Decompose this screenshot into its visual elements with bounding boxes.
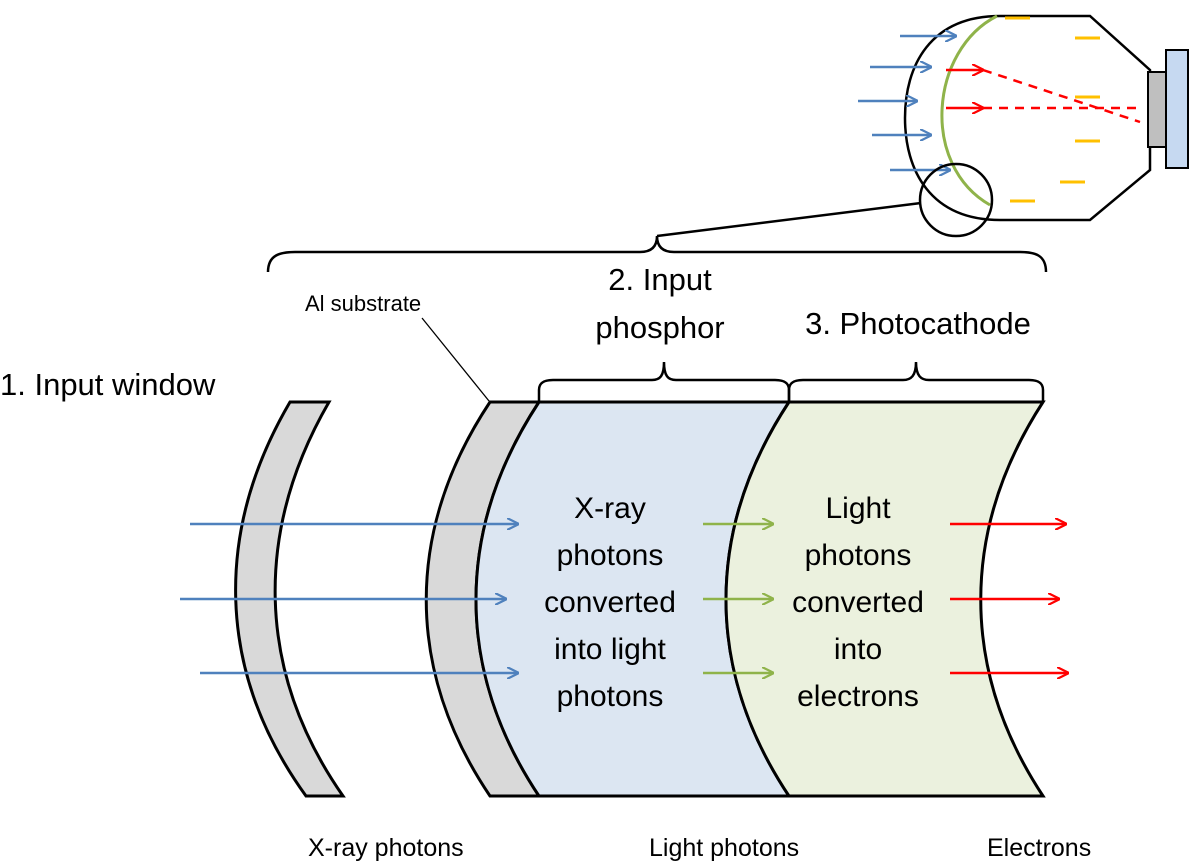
- light-photons-label: Light photons: [649, 834, 799, 862]
- al-substrate-pointer: [421, 317, 490, 402]
- phosphor-brace: [537, 361, 791, 402]
- magnifier-pointer: [656, 201, 922, 238]
- photocathode-text-line-5: electrons: [797, 680, 919, 713]
- image-intensifier-diagram: 1. Input window Al substrate 2. Input ph…: [0, 14, 1189, 862]
- phosphor-text-line-4: into light: [554, 633, 666, 666]
- output-screen-housing: [1147, 71, 1167, 148]
- intensifier-tube-inset: [656, 14, 1189, 238]
- input-phosphor-label-2: phosphor: [595, 310, 724, 345]
- phosphor-text-line-5: photons: [557, 680, 664, 713]
- phosphor-text-line-3: converted: [544, 586, 676, 619]
- input-window-label: 1. Input window: [0, 367, 216, 402]
- output-screen: [1165, 49, 1189, 169]
- al-substrate-label: Al substrate: [305, 291, 421, 316]
- electrons-label: Electrons: [987, 834, 1091, 862]
- photocathode-brace: [787, 361, 1045, 402]
- phosphor-text-line-1: X-ray: [574, 492, 646, 525]
- phosphor-text-line-2: photons: [557, 539, 664, 572]
- photocathode-text-line-1: Light: [825, 492, 891, 525]
- input-phosphor-label-1: 2. Input: [608, 262, 712, 297]
- photocathode-text-line-2: photons: [805, 539, 912, 572]
- photocathode-label: 3. Photocathode: [805, 306, 1031, 341]
- photocathode-text-line-3: converted: [792, 586, 924, 619]
- photocathode-text-line-4: into: [834, 633, 882, 666]
- xray-photons-label: X-ray photons: [308, 834, 464, 862]
